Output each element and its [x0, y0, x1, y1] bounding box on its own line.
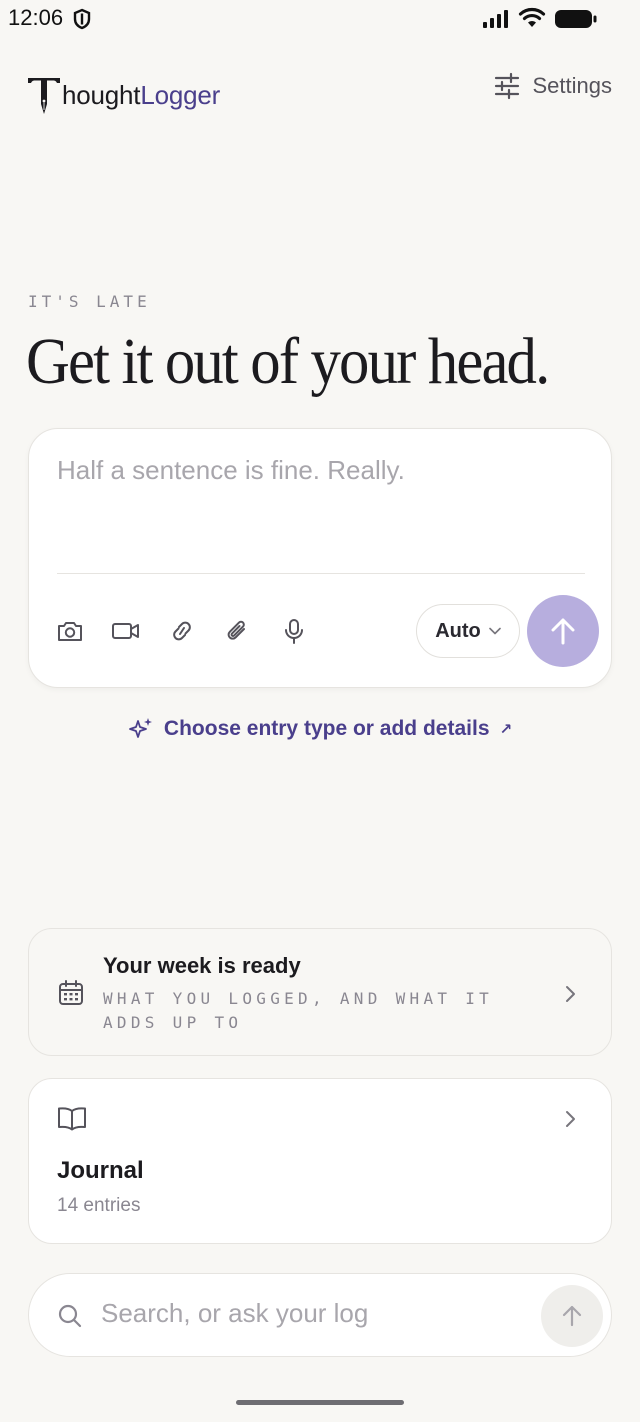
arrow-up-icon [551, 618, 575, 645]
microphone-icon[interactable] [279, 617, 309, 645]
search-submit-button[interactable] [541, 1285, 603, 1347]
journal-entry-count: 14 entries [57, 1195, 141, 1216]
search-input[interactable] [101, 1298, 521, 1329]
chevron-right-icon [566, 986, 575, 1002]
send-entry-button[interactable] [527, 595, 599, 667]
battery-icon [555, 10, 597, 28]
weekly-summary-card[interactable]: Your week is ready WHAT YOU LOGGED, AND … [28, 928, 612, 1056]
choose-entry-type-link[interactable]: Choose entry type or add details ↗ [0, 716, 640, 742]
entry-composer: Auto [28, 428, 612, 688]
cellular-signal-icon [483, 10, 508, 28]
video-icon[interactable] [111, 617, 141, 645]
journal-title: Journal [57, 1157, 144, 1184]
app-logo: houghtLogger [26, 74, 220, 116]
page-headline: Get it out of your head. [26, 325, 550, 398]
composer-divider [57, 573, 585, 574]
shield-icon [73, 8, 91, 30]
arrow-up-icon [562, 1305, 582, 1327]
entry-mode-label: Auto [435, 619, 481, 642]
logo-text-logger: Logger [140, 80, 221, 110]
weekly-summary-title: Your week is ready [103, 953, 301, 978]
settings-label: Settings [532, 73, 613, 98]
chevron-right-icon [566, 1111, 575, 1127]
sliders-icon [494, 72, 519, 100]
journal-card[interactable]: Journal 14 entries [28, 1078, 612, 1244]
logo-text-hought: hought [62, 80, 141, 110]
wifi-icon [518, 7, 546, 27]
link-icon[interactable] [167, 617, 197, 645]
paperclip-icon[interactable] [223, 617, 253, 645]
pen-nib-t-logo-icon [28, 78, 60, 114]
choose-entry-type-label: Choose entry type or add details [163, 717, 490, 740]
entry-mode-dropdown[interactable]: Auto [416, 604, 520, 658]
search-icon [58, 1304, 82, 1328]
weekly-summary-subtitle: WHAT YOU LOGGED, AND WHAT IT ADDS UP TO [103, 989, 494, 1032]
camera-icon[interactable] [55, 617, 85, 645]
chevron-down-icon [488, 627, 501, 635]
sparkle-icon [129, 718, 152, 738]
eyebrow-text: IT'S LATE [28, 292, 151, 311]
settings-button[interactable]: Settings [493, 72, 613, 100]
home-indicator[interactable] [236, 1400, 404, 1405]
open-book-icon [58, 1107, 86, 1131]
calendar-icon [59, 980, 83, 1005]
status-time: 12:06 [8, 5, 64, 30]
external-arrow-icon: ↗ [499, 721, 513, 738]
entry-input[interactable] [57, 455, 585, 486]
search-bar [28, 1273, 612, 1357]
